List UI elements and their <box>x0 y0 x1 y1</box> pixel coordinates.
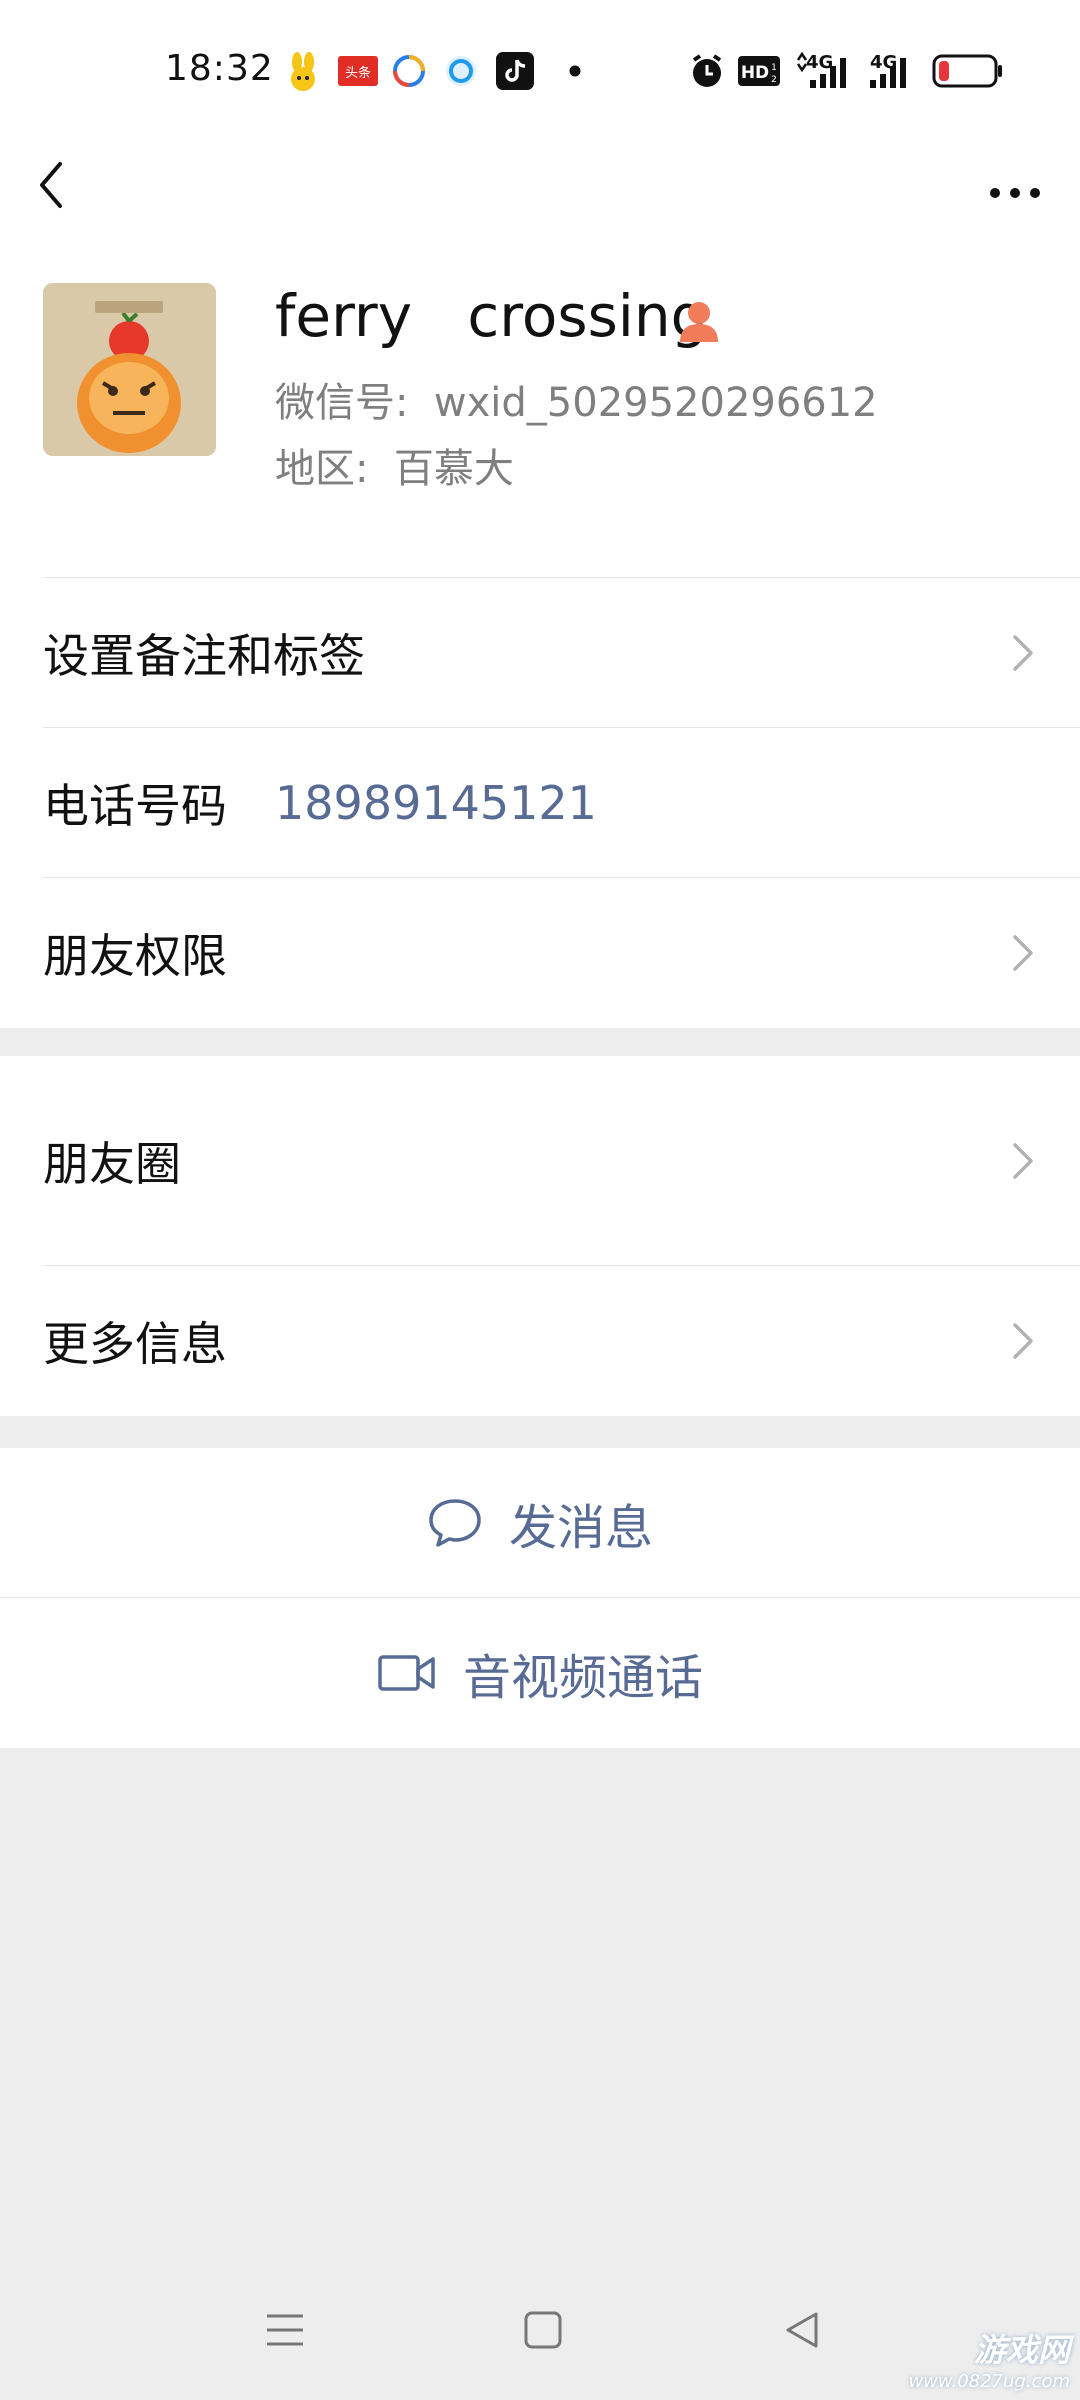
alarm-icon <box>692 54 722 87</box>
tiktok-icon <box>496 52 534 90</box>
info-group-1: 设置备注和标签 电话号码 18989145121 朋友权限 <box>0 578 1080 1028</box>
more-options-button[interactable] <box>980 160 1050 220</box>
watermark-title: 游戏网 <box>973 2331 1070 2369</box>
chevron-right-icon <box>1013 1323 1033 1359</box>
contact-name: ferry crossing <box>275 282 708 350</box>
svg-text:2: 2 <box>771 75 777 85</box>
chat-bubble-icon <box>429 1499 481 1547</box>
svg-text:头条: 头条 <box>345 65 371 81</box>
moments-row[interactable]: 朋友圈 <box>0 1056 1080 1266</box>
friend-permissions-row[interactable]: 朋友权限 <box>0 878 1080 1028</box>
svg-text:HD: HD <box>741 63 769 83</box>
female-user-icon <box>680 302 718 342</box>
contact-profile-screen: 18:32 头条 HD 1 2 4G 4G ferry crossing 微信号… <box>0 0 1080 2400</box>
video-camera-icon <box>378 1655 435 1691</box>
row-label: 设置备注和标签 <box>43 629 365 683</box>
battery-icon <box>932 54 1002 88</box>
row-label: 更多信息 <box>43 1317 227 1371</box>
row-label: 朋友圈 <box>43 1137 181 1191</box>
watermark-url: www.0827ug.com <box>908 2371 1070 2392</box>
system-nav-bar: 游戏网 www.0827ug.com <box>0 2270 1080 2400</box>
menu-icon[interactable] <box>265 2310 305 2350</box>
row-label: 朋友权限 <box>43 929 227 983</box>
chevron-right-icon <box>1013 1143 1033 1179</box>
chevron-right-icon <box>1013 635 1033 671</box>
tiger-avatar-image <box>43 283 216 456</box>
send-message-button[interactable]: 发消息 <box>0 1448 1080 1598</box>
profile-header: ferry crossing 微信号: wxid_5029520296612 地… <box>0 250 1080 578</box>
dot-icon <box>569 65 581 77</box>
info-group-2: 朋友圈 更多信息 <box>0 1056 1080 1416</box>
top-bar <box>0 140 1080 250</box>
status-bar: 18:32 头条 HD 1 2 4G 4G <box>0 0 1080 140</box>
home-icon[interactable] <box>523 2310 563 2350</box>
av-call-label: 音视频通话 <box>462 1650 703 1706</box>
set-remark-tags-row[interactable]: 设置备注和标签 <box>0 578 1080 728</box>
hd-badge-icon: HD 1 2 <box>738 56 780 86</box>
send-message-label: 发消息 <box>508 1500 653 1556</box>
back-triangle-icon[interactable] <box>782 2310 822 2350</box>
browser-icon <box>393 55 425 87</box>
chevron-right-icon <box>1013 935 1033 971</box>
rabbit-app-icon <box>291 52 315 91</box>
signal-icon-2 <box>870 58 906 88</box>
watermark: 游戏网 www.0827ug.com <box>908 2325 1070 2392</box>
row-label: 电话号码 <box>43 779 227 833</box>
av-call-button[interactable]: 音视频通话 <box>0 1598 1080 1748</box>
action-buttons: 发消息 音视频通话 <box>0 1448 1080 1748</box>
qq-browser-icon <box>446 56 476 86</box>
signal-icon-1 <box>796 51 846 88</box>
avatar[interactable] <box>43 283 216 456</box>
status-time: 18:32 <box>165 48 274 89</box>
toutiao-icon: 头条 <box>338 56 378 86</box>
wechat-id: 微信号: wxid_5029520296612 <box>275 380 878 426</box>
phone-number-row: 电话号码 18989145121 <box>0 728 1080 878</box>
svg-text:1: 1 <box>771 63 777 73</box>
phone-number-link[interactable]: 18989145121 <box>275 728 597 878</box>
more-info-row[interactable]: 更多信息 <box>0 1266 1080 1416</box>
back-button[interactable] <box>30 150 100 230</box>
region: 地区: 百慕大 <box>275 446 514 492</box>
